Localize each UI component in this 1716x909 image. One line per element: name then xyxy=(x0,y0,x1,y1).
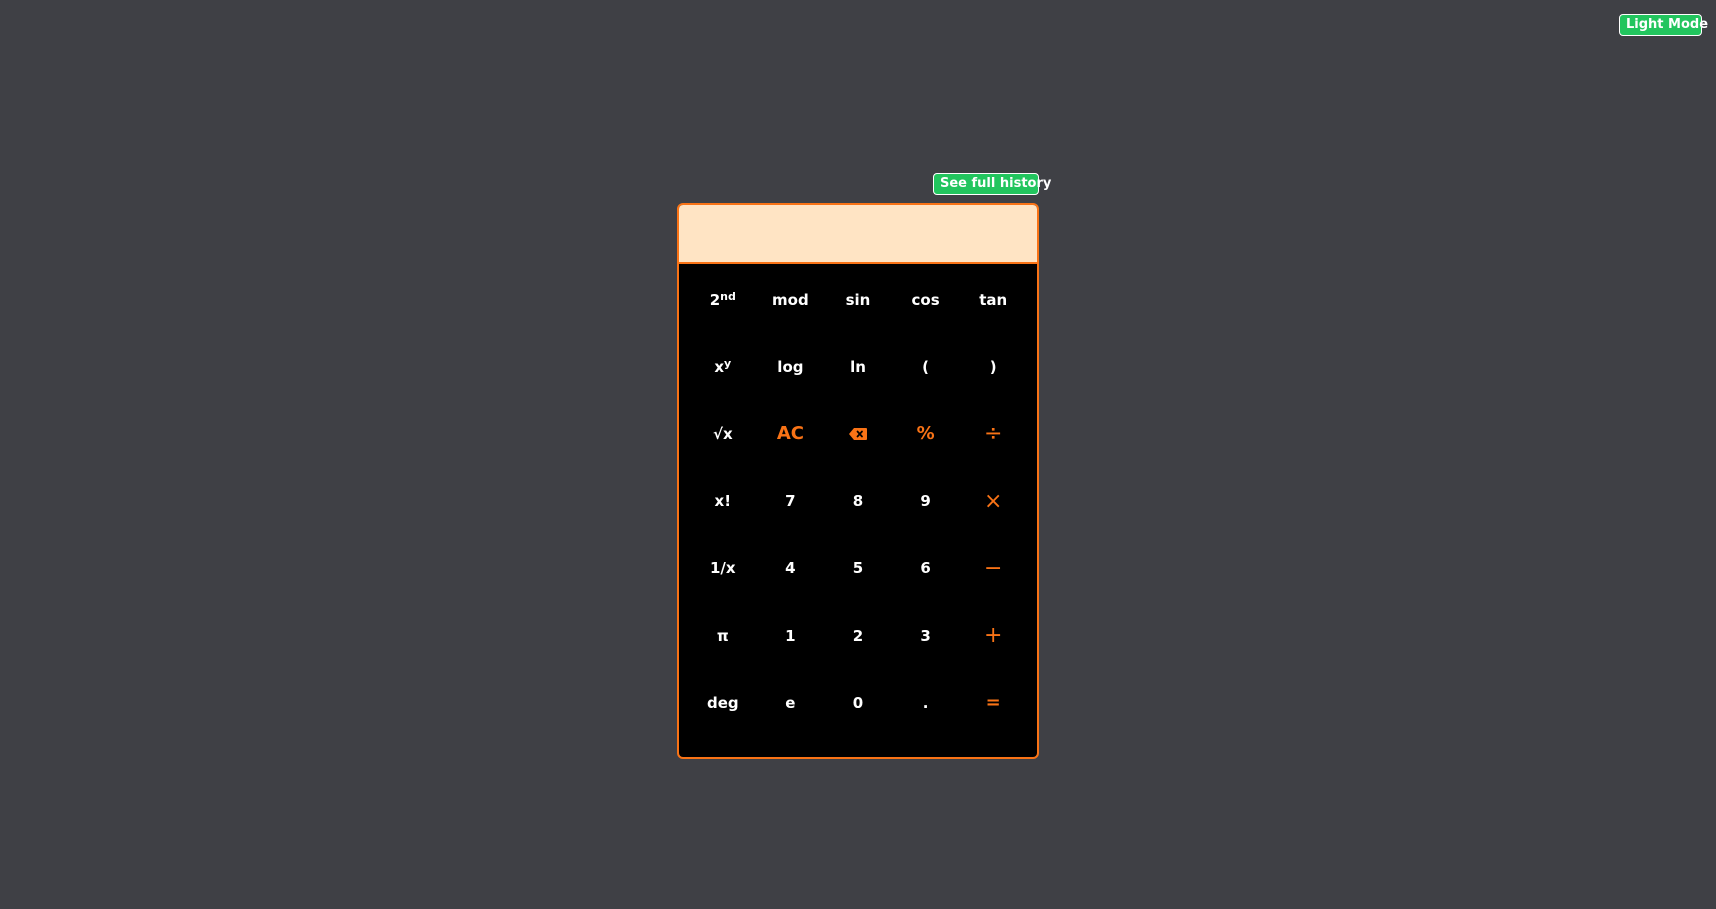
digit-6-key[interactable]: 6 xyxy=(892,535,960,602)
ln-key[interactable]: ln xyxy=(824,333,892,400)
reciprocal-key[interactable]: 1/x xyxy=(689,535,757,602)
digit-7-key[interactable]: 7 xyxy=(757,468,825,535)
second-key-base: 2 xyxy=(709,290,721,309)
digit-4-key[interactable]: 4 xyxy=(757,535,825,602)
multiply-key[interactable]: × xyxy=(959,468,1027,535)
sin-key[interactable]: sin xyxy=(824,266,892,333)
backspace-icon xyxy=(848,427,867,440)
equals-key[interactable]: = xyxy=(959,669,1027,736)
factorial-key[interactable]: x! xyxy=(689,468,757,535)
power-key-sup: y xyxy=(724,357,732,371)
log-key[interactable]: log xyxy=(757,333,825,400)
see-full-history-button[interactable]: See full history xyxy=(933,173,1051,195)
power-key[interactable]: xy xyxy=(689,333,757,400)
decimal-point-key[interactable]: . xyxy=(892,669,960,736)
power-key-base: x xyxy=(714,357,725,376)
keypad: 2nd mod sin cos tan xy log ln ( ) √x AC … xyxy=(679,264,1037,736)
calculator: 2nd mod sin cos tan xy log ln ( ) √x AC … xyxy=(677,203,1039,759)
e-key[interactable]: e xyxy=(757,669,825,736)
digit-3-key[interactable]: 3 xyxy=(892,602,960,669)
all-clear-key[interactable]: AC xyxy=(757,400,825,467)
minus-key[interactable]: − xyxy=(959,535,1027,602)
digit-2-key[interactable]: 2 xyxy=(824,602,892,669)
deg-key[interactable]: deg xyxy=(689,669,757,736)
mod-key[interactable]: mod xyxy=(757,266,825,333)
cos-key[interactable]: cos xyxy=(892,266,960,333)
open-paren-key[interactable]: ( xyxy=(892,333,960,400)
digit-1-key[interactable]: 1 xyxy=(757,602,825,669)
tan-key[interactable]: tan xyxy=(959,266,1027,333)
digit-9-key[interactable]: 9 xyxy=(892,468,960,535)
close-paren-key[interactable]: ) xyxy=(959,333,1027,400)
pi-key[interactable]: π xyxy=(689,602,757,669)
divide-key[interactable]: ÷ xyxy=(959,400,1027,467)
digit-5-key[interactable]: 5 xyxy=(824,535,892,602)
digit-0-key[interactable]: 0 xyxy=(824,669,892,736)
light-mode-toggle[interactable]: Light Mode xyxy=(1619,14,1708,36)
second-function-key[interactable]: 2nd xyxy=(689,266,757,333)
second-key-sup: nd xyxy=(720,290,736,304)
sqrt-key[interactable]: √x xyxy=(689,400,757,467)
backspace-key[interactable] xyxy=(824,400,892,467)
calculator-display xyxy=(679,205,1037,264)
percent-key[interactable]: % xyxy=(892,400,960,467)
digit-8-key[interactable]: 8 xyxy=(824,468,892,535)
plus-key[interactable]: + xyxy=(959,602,1027,669)
